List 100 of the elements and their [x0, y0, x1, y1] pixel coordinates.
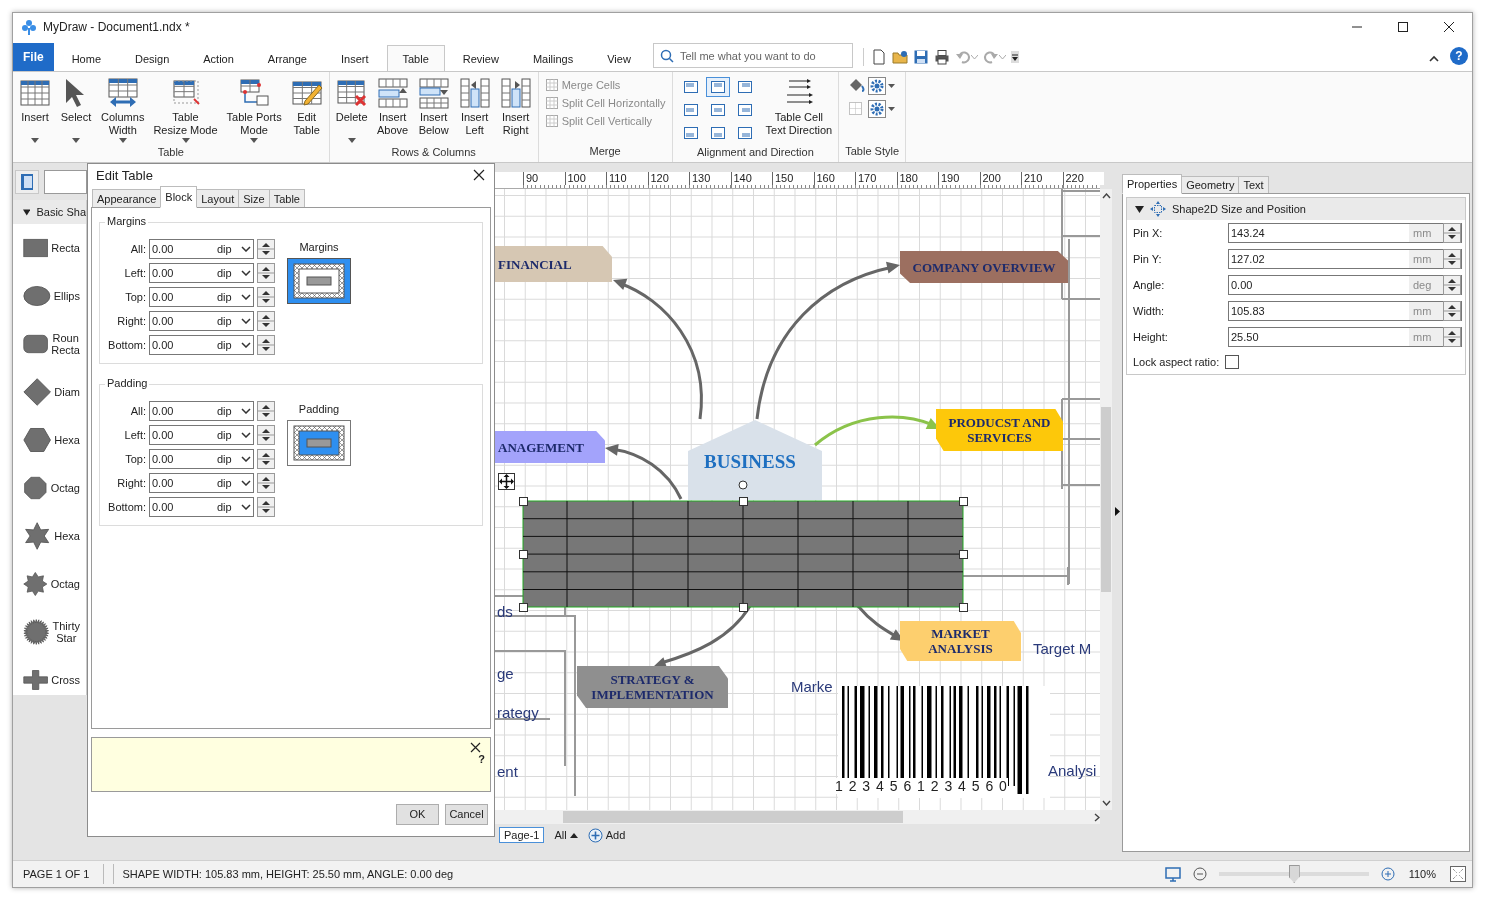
horizontal-scrollbar[interactable] [495, 810, 1100, 824]
shape-item[interactable]: Octag [13, 464, 86, 512]
spin-button[interactable] [257, 263, 275, 283]
spin-button[interactable] [1443, 249, 1461, 269]
panel-toggle-button[interactable] [1113, 506, 1121, 517]
search-field[interactable]: Tell me what you want to do [652, 43, 853, 68]
spin-button[interactable] [1443, 223, 1461, 243]
file-menu-button[interactable]: File [13, 43, 54, 71]
slider-thumb[interactable] [1288, 865, 1300, 883]
ribbon-button[interactable]: Delete [331, 74, 372, 146]
diagram-shape[interactable]: ANAGEMENT [495, 431, 605, 463]
spin-button[interactable] [257, 473, 275, 493]
ribbon-tab[interactable]: Review [446, 45, 515, 71]
spin-button[interactable] [257, 401, 275, 421]
spin-button[interactable] [257, 335, 275, 355]
shape-item[interactable]: Cross [13, 656, 86, 695]
number-field[interactable]: 0.00 dip [149, 239, 254, 259]
shape-item[interactable]: Thirty Star [13, 608, 86, 656]
ribbon-tab[interactable]: Action [187, 45, 250, 71]
selection-handle[interactable] [519, 603, 528, 612]
align-button[interactable] [705, 77, 730, 97]
rotation-handle-icon[interactable] [738, 480, 748, 490]
number-field[interactable]: 0.00 dip [149, 401, 254, 421]
ribbon-tab[interactable]: Design [119, 45, 186, 71]
diagram-shape[interactable]: MARKET ANALYSIS [900, 621, 1021, 661]
ribbon-button[interactable]: Insert [15, 74, 55, 146]
number-field[interactable]: 25.50 mm [1228, 327, 1462, 347]
checkbox[interactable] [1225, 355, 1240, 369]
ribbon-tab[interactable]: View [591, 45, 647, 71]
ribbon-tab[interactable]: Mailings [516, 45, 590, 71]
dialog-button[interactable]: OK [396, 803, 439, 825]
close-button[interactable] [473, 169, 485, 181]
number-field[interactable]: 105.83 mm [1228, 301, 1462, 321]
number-field[interactable]: 0.00 dip [149, 311, 254, 331]
open-folder-button[interactable] [890, 48, 909, 66]
scroll-thumb[interactable] [563, 811, 903, 823]
shape-item[interactable]: Hexa [13, 416, 86, 464]
dialog-button[interactable]: Cancel [445, 803, 488, 825]
shape-item[interactable]: Ellips [13, 272, 86, 320]
ribbon-button[interactable]: Select [56, 74, 96, 146]
spin-button[interactable] [257, 311, 275, 331]
number-field[interactable]: 0.00 dip [149, 287, 254, 307]
spin-button[interactable] [257, 425, 275, 445]
spin-button[interactable] [257, 239, 275, 259]
scroll-thumb[interactable] [1101, 407, 1111, 592]
ribbon-tab[interactable]: Table [386, 45, 445, 72]
number-field[interactable]: 127.02 mm [1228, 249, 1462, 269]
ribbon-button[interactable]: Table Resize Mode [149, 74, 222, 146]
table-style-button[interactable] [868, 100, 896, 118]
ribbon-button[interactable]: Table Cell Text Direction [761, 74, 837, 146]
collapse-ribbon-button[interactable] [1428, 54, 1440, 63]
ribbon-button[interactable]: Insert Right [495, 74, 536, 146]
ribbon-button[interactable]: Insert Left [454, 74, 495, 146]
page-tab[interactable]: Page-1 [499, 827, 545, 843]
selection-handle[interactable] [519, 550, 528, 559]
selection-handle[interactable] [959, 550, 968, 559]
diagram-shape[interactable]: FINANCIAL [495, 246, 612, 282]
number-field[interactable]: 0.00 dip [149, 263, 254, 283]
panel-tab[interactable]: Geometry [1181, 176, 1240, 194]
dialog-tab[interactable]: Block [160, 186, 198, 208]
panel-button[interactable] [15, 169, 39, 194]
input-field[interactable] [44, 169, 87, 194]
spin-button[interactable] [257, 287, 275, 307]
spin-button[interactable] [257, 449, 275, 469]
number-field[interactable]: 0.00 dip [149, 425, 254, 445]
customize-toolbar-button[interactable] [1009, 50, 1020, 64]
number-field[interactable]: 0.00 dip [149, 473, 254, 493]
spin-button[interactable] [257, 497, 275, 517]
number-field[interactable]: 0.00 dip [149, 449, 254, 469]
number-field[interactable]: 0.00 dip [149, 335, 254, 355]
selection-handle[interactable] [519, 497, 528, 506]
add-page-button[interactable]: Add [587, 827, 626, 843]
ribbon-tab[interactable]: Home [55, 45, 117, 71]
table-style-button[interactable] [868, 77, 896, 95]
fit-page-button[interactable] [1450, 866, 1466, 882]
diagram-shape[interactable]: STRATEGY & IMPLEMENTATION [577, 666, 728, 708]
table-shape[interactable] [522, 500, 964, 608]
shape-item[interactable]: Octag [13, 560, 86, 608]
vertical-scrollbar[interactable] [1100, 189, 1112, 810]
all-pages-button[interactable]: All [554, 829, 578, 841]
selection-handle[interactable] [739, 497, 748, 506]
ribbon-tab[interactable]: Arrange [251, 45, 323, 71]
zoom-in-button[interactable] [1380, 867, 1395, 881]
shape-item[interactable]: Hexa [13, 512, 86, 560]
selection-handle[interactable] [739, 603, 748, 612]
ribbon-button[interactable]: Insert Below [413, 74, 454, 146]
spin-button[interactable] [1443, 301, 1461, 321]
spin-button[interactable] [1443, 327, 1461, 347]
number-field[interactable]: 0.00 deg [1228, 275, 1462, 295]
move-handle[interactable] [498, 473, 515, 490]
selection-handle[interactable] [959, 603, 968, 612]
section-header[interactable]: Shape2D Size and Position [1127, 198, 1465, 220]
screen-button[interactable] [1164, 866, 1181, 882]
help-button[interactable]: ? [1450, 47, 1468, 65]
ribbon-tab[interactable]: Insert [325, 45, 385, 71]
spin-button[interactable] [1443, 275, 1461, 295]
zoom-out-button[interactable] [1192, 867, 1207, 881]
number-field[interactable]: 0.00 dip [149, 497, 254, 517]
panel-tab[interactable]: Text [1238, 176, 1269, 194]
ribbon-button[interactable]: Table Ports Mode [222, 74, 286, 146]
